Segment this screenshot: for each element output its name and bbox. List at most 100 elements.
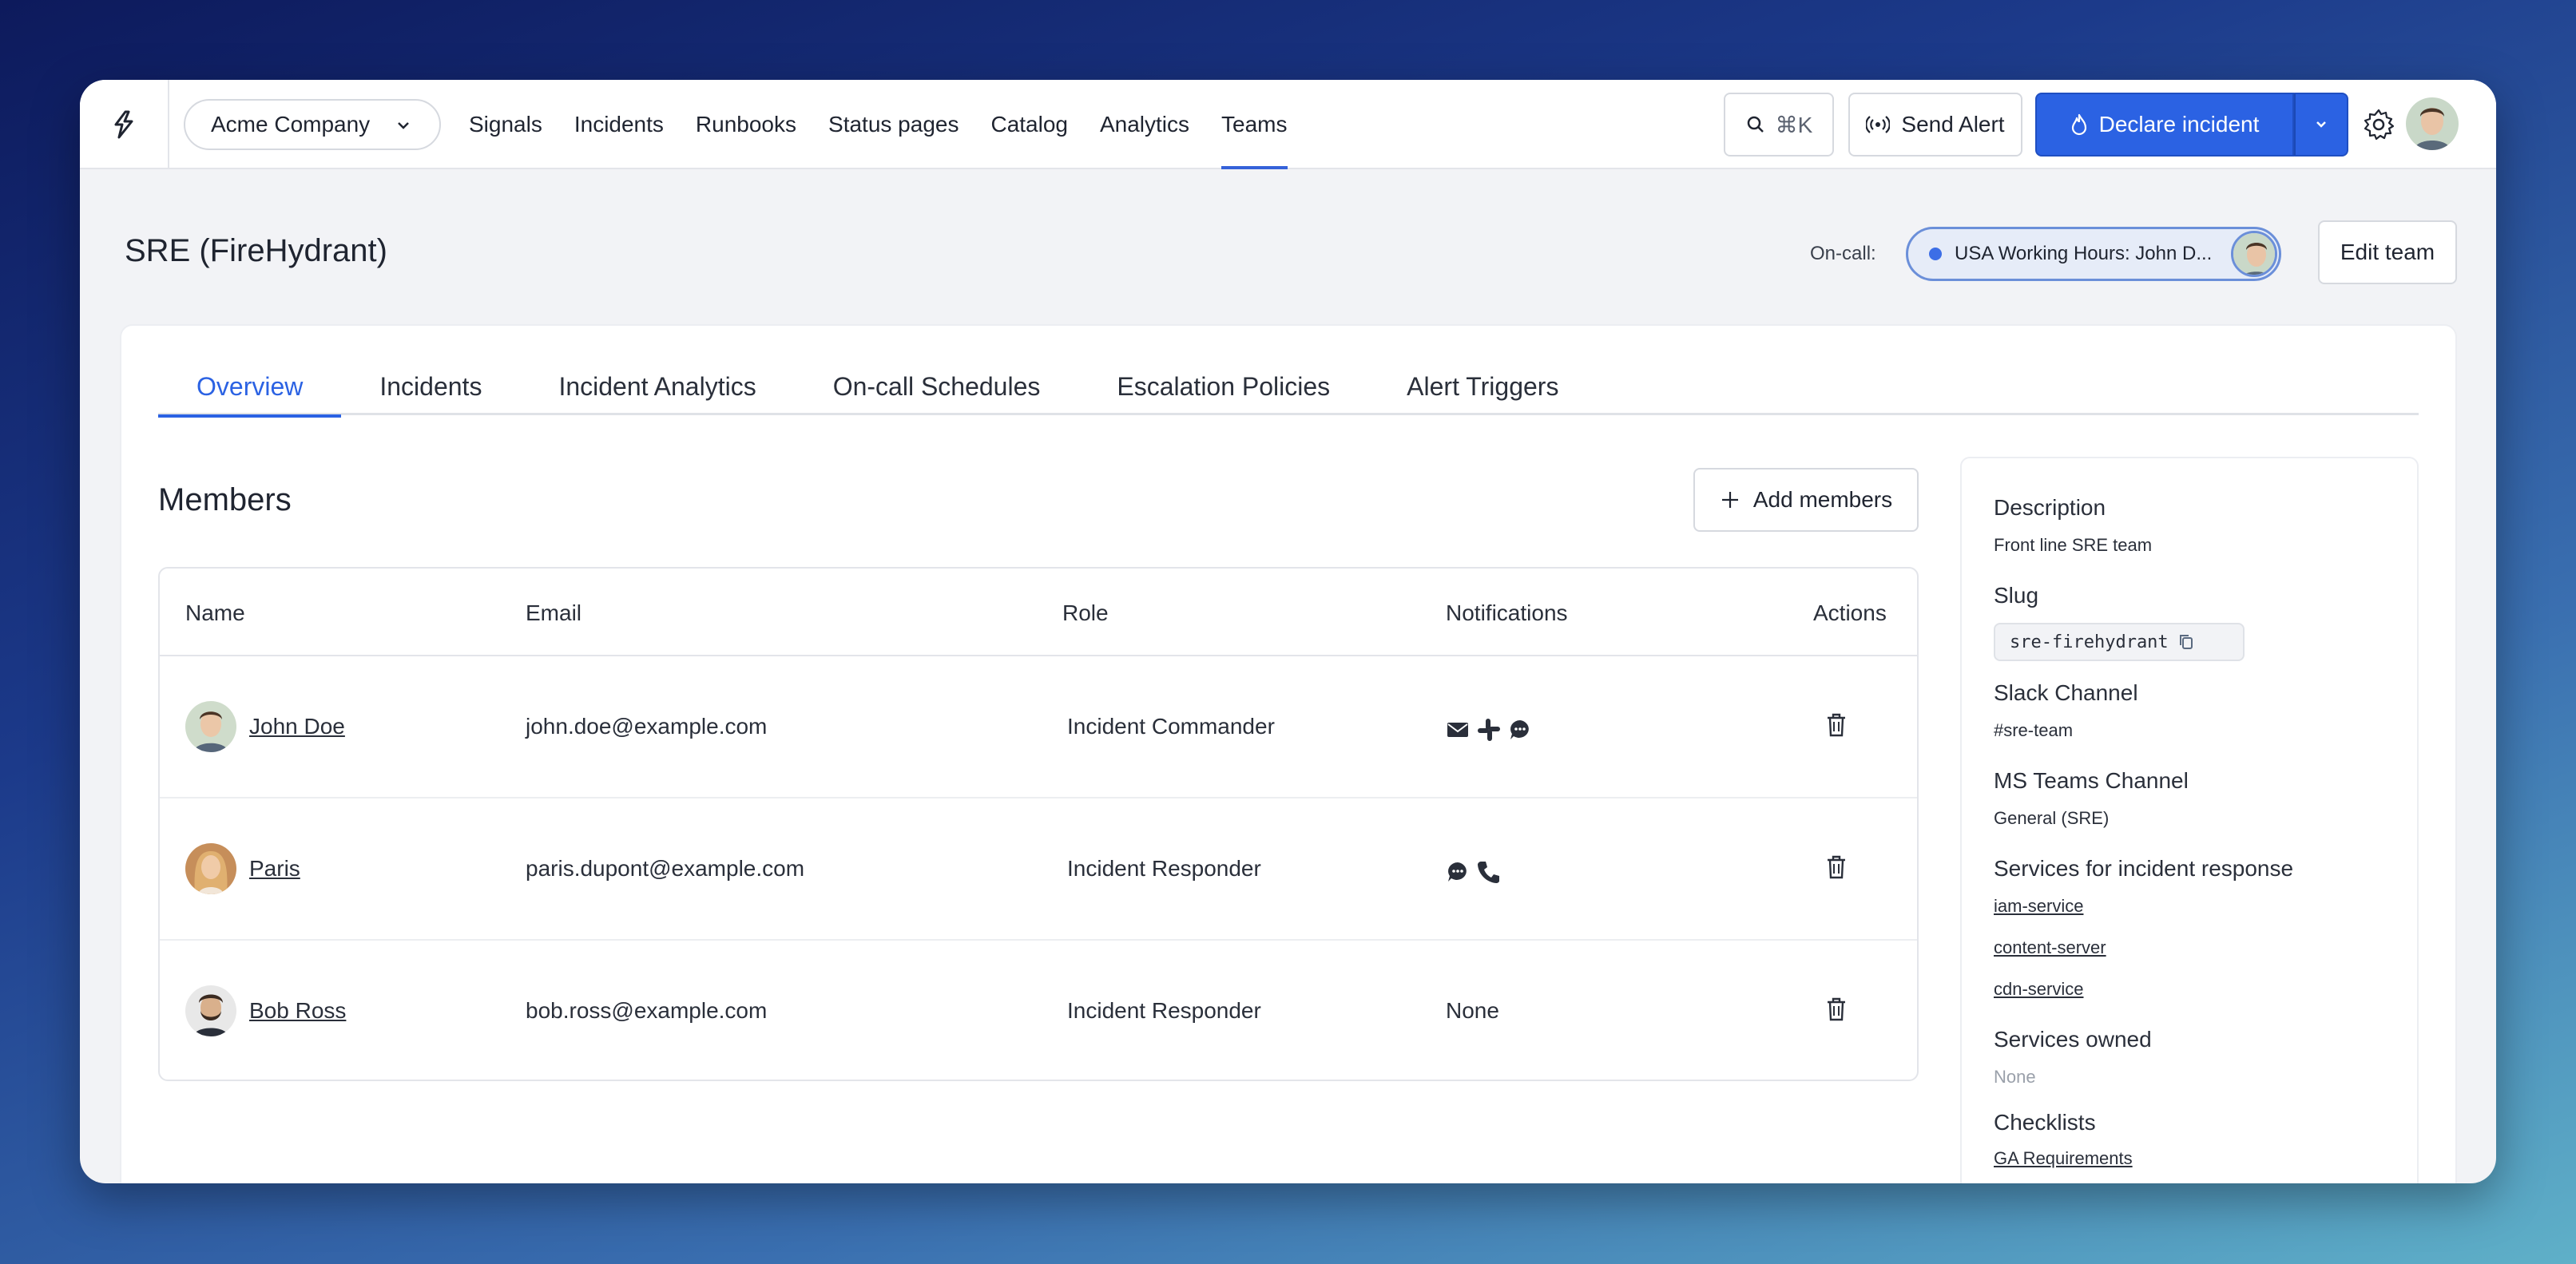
members-heading: Members	[158, 482, 292, 517]
avatar	[185, 701, 236, 752]
declare-incident-label: Declare incident	[2098, 112, 2260, 137]
oncall-status-dot	[1929, 248, 1942, 260]
flame-icon	[2071, 113, 2086, 136]
trash-icon	[1828, 997, 1845, 1021]
column-header-email: Email	[526, 600, 582, 625]
tab-overview[interactable]: Overview	[158, 358, 342, 418]
page-title: SRE (FireHydrant)	[125, 233, 387, 268]
search-icon	[1747, 116, 1764, 133]
tab-incidents[interactable]: Incidents	[341, 358, 520, 415]
top-navbar: Acme Company Signals Incidents Runbooks …	[80, 80, 2496, 169]
notification-methods	[1446, 717, 1532, 743]
tab-alert-triggers[interactable]: Alert Triggers	[1368, 358, 1597, 415]
column-header-notifications: Notifications	[1446, 600, 1568, 625]
chat-icon	[1448, 862, 1467, 882]
oncall-badge[interactable]: USA Working Hours: John D...	[1906, 227, 2281, 281]
slug-value: sre-firehydrant	[2010, 632, 2169, 652]
user-avatar-image	[2406, 97, 2459, 150]
member-email: john.doe@example.com	[526, 714, 768, 739]
slack-channel-label: Slack Channel	[1994, 680, 2138, 705]
add-members-label: Add members	[1752, 487, 1893, 512]
remove-member-button[interactable]	[1824, 854, 1848, 884]
slack-icon	[1478, 719, 1500, 741]
organization-selector[interactable]: Acme Company	[184, 99, 441, 150]
service-link-cdn-service[interactable]: cdn-service	[1994, 979, 2083, 1000]
slack-channel-value: #sre-team	[1994, 720, 2074, 740]
declare-incident-dropdown[interactable]	[2294, 93, 2348, 157]
send-alert-label: Send Alert	[1901, 112, 2005, 137]
main-nav: Signals Incidents Runbooks Status pages …	[469, 80, 1320, 169]
member-name-link[interactable]: John Doe	[249, 714, 345, 739]
oncall-avatar-image	[2233, 233, 2275, 275]
team-details-panel: Description Front line SRE team Slug sre…	[1960, 457, 2419, 1183]
send-alert-button[interactable]: Send Alert	[1848, 93, 2022, 157]
member-avatar-image	[185, 701, 236, 752]
remove-member-button[interactable]	[1824, 997, 1848, 1026]
column-header-role: Role	[1062, 600, 1109, 625]
chevron-down-icon	[398, 122, 409, 129]
edit-team-button[interactable]: Edit team	[2318, 220, 2457, 284]
member-name-link[interactable]: Paris	[249, 856, 300, 882]
tab-on-call-schedules[interactable]: On-call Schedules	[795, 358, 1079, 415]
tab-escalation-policies[interactable]: Escalation Policies	[1078, 358, 1368, 415]
firehydrant-logo[interactable]	[80, 80, 169, 169]
member-email: paris.dupont@example.com	[526, 856, 805, 881]
user-avatar[interactable]	[2406, 97, 2459, 150]
team-card: Overview Incidents Incident Analytics On…	[120, 324, 2457, 1183]
table-header: Name Email Role Notifications Actions	[160, 569, 1917, 656]
checklist-link-ga-requirements[interactable]: GA Requirements	[1994, 1148, 2133, 1169]
service-link-content-server[interactable]: content-server	[1994, 937, 2106, 958]
column-header-actions: Actions	[1813, 600, 1887, 625]
email-icon	[1447, 723, 1468, 737]
nav-incidents[interactable]: Incidents	[574, 80, 664, 169]
oncall-schedule-text: USA Working Hours: John D...	[1955, 243, 2213, 264]
services-owned-value: None	[1994, 1067, 2036, 1087]
table-row: Bob Ross bob.ross@example.com Incident R…	[160, 941, 1917, 1080]
app-window: Acme Company Signals Incidents Runbooks …	[80, 80, 2496, 1183]
member-role[interactable]: Incident Commander	[1067, 714, 1275, 739]
copy-icon[interactable]	[2178, 633, 2194, 651]
nav-status-pages[interactable]: Status pages	[828, 80, 959, 169]
broadcast-icon	[1866, 116, 1891, 133]
oncall-avatar	[2231, 231, 2277, 277]
description-label: Description	[1994, 495, 2106, 520]
nav-teams[interactable]: Teams	[1221, 80, 1288, 169]
settings-button[interactable]	[2361, 107, 2396, 146]
avatar	[185, 843, 236, 894]
add-members-button[interactable]: Add members	[1693, 468, 1919, 532]
nav-signals[interactable]: Signals	[469, 80, 542, 169]
msteams-channel-label: MS Teams Channel	[1994, 768, 2189, 793]
slug-label: Slug	[1994, 583, 2039, 608]
member-avatar-image	[185, 843, 236, 894]
chevron-down-icon	[2316, 121, 2326, 128]
checklists-label: Checklists	[1994, 1110, 2096, 1135]
table-row: Paris paris.dupont@example.com Incident …	[160, 798, 1917, 941]
trash-icon	[1828, 713, 1845, 737]
members-table: Name Email Role Notifications Actions Jo…	[158, 567, 1919, 1081]
trash-icon	[1828, 855, 1845, 879]
declare-incident-button[interactable]: Declare incident	[2035, 93, 2294, 157]
member-role[interactable]: Incident Responder	[1067, 998, 1261, 1024]
nav-runbooks[interactable]: Runbooks	[696, 80, 796, 169]
logo-icon	[114, 110, 133, 139]
nav-analytics[interactable]: Analytics	[1100, 80, 1189, 169]
notification-methods	[1446, 859, 1502, 885]
msteams-channel-value: General (SRE)	[1994, 808, 2110, 828]
search-shortcut: ⌘K	[1775, 112, 1813, 137]
member-role[interactable]: Incident Responder	[1067, 856, 1261, 882]
slug-chip[interactable]: sre-firehydrant	[1994, 623, 2245, 661]
remove-member-button[interactable]	[1824, 712, 1848, 742]
service-link-iam-service[interactable]: iam-service	[1994, 896, 2083, 917]
table-row: John Doe john.doe@example.com Incident C…	[160, 656, 1917, 798]
column-header-name: Name	[185, 600, 245, 625]
nav-catalog[interactable]: Catalog	[990, 80, 1068, 169]
description-value: Front line SRE team	[1994, 535, 2153, 555]
member-name-link[interactable]: Bob Ross	[249, 998, 346, 1024]
member-avatar-image	[185, 985, 236, 1036]
phone-icon	[1478, 862, 1499, 883]
organization-name: Acme Company	[211, 112, 371, 137]
tab-incident-analytics[interactable]: Incident Analytics	[520, 358, 794, 415]
plus-icon	[1721, 492, 1738, 508]
services-owned-label: Services owned	[1994, 1027, 2152, 1052]
search-button[interactable]: ⌘K	[1724, 93, 1834, 157]
